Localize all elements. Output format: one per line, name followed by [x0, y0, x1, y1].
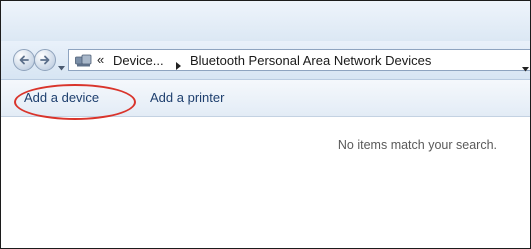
breadcrumb-arrow-icon[interactable] — [176, 57, 181, 75]
add-printer-button[interactable]: Add a printer — [150, 90, 224, 105]
breadcrumb-devices[interactable]: Device... — [113, 53, 164, 68]
navigation-bar: « Device... Bluetooth Personal Area Netw… — [1, 41, 530, 80]
breadcrumb-bluetooth-pan-devices[interactable]: Bluetooth Personal Area Network Devices — [190, 53, 431, 68]
recent-pages-dropdown[interactable] — [58, 58, 65, 76]
explorer-window: « Device... Bluetooth Personal Area Netw… — [0, 0, 531, 249]
forward-arrow-icon — [40, 55, 50, 65]
back-arrow-icon — [19, 55, 29, 65]
address-bar[interactable]: « Device... Bluetooth Personal Area Netw… — [68, 49, 530, 72]
dropdown-arrow-icon — [58, 66, 65, 71]
forward-button[interactable] — [34, 49, 56, 71]
address-dropdown-button[interactable] — [522, 59, 529, 77]
devices-and-printers-icon — [75, 54, 92, 72]
dropdown-arrow-icon — [522, 67, 529, 72]
add-device-button[interactable]: Add a device — [24, 90, 99, 105]
back-button[interactable] — [13, 49, 35, 71]
empty-results-message: No items match your search. — [337, 138, 497, 152]
title-bar — [1, 1, 530, 41]
command-bar: Add a device Add a printer — [1, 80, 530, 117]
address-overflow-chevron[interactable]: « — [97, 52, 104, 67]
